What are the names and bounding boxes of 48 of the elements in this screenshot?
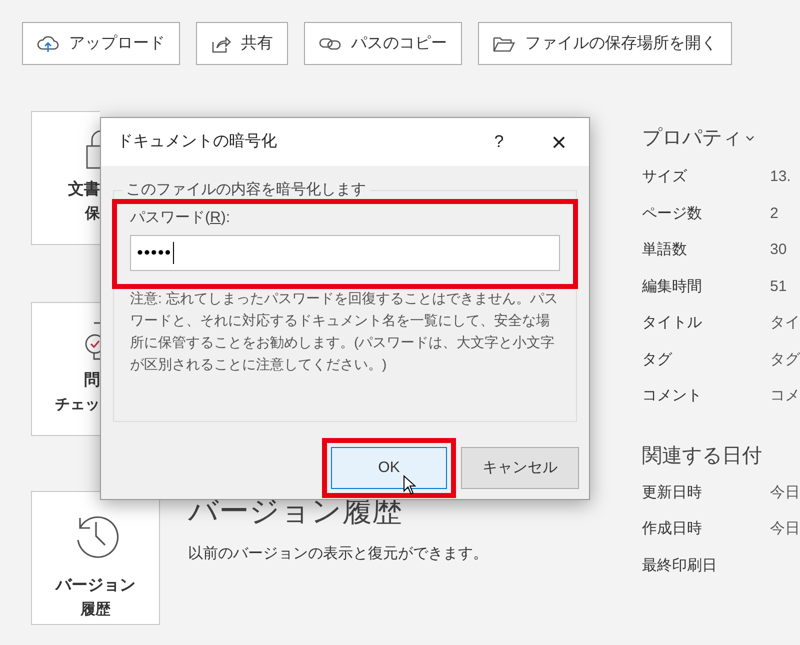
tile-label: 履歴 xyxy=(80,600,110,620)
toolbar-button[interactable]: 共有 xyxy=(196,22,288,65)
chevron-down-icon xyxy=(746,136,754,140)
property-label: ページ数 xyxy=(642,204,703,224)
properties-dropdown[interactable]: プロパティ xyxy=(642,123,800,153)
mouse-cursor-icon xyxy=(403,475,417,495)
tile-button[interactable]: バージョン 履歴 xyxy=(31,491,160,625)
property-label: タイトル xyxy=(642,313,703,333)
property-label: タグ xyxy=(642,350,674,370)
property-value: 30 xyxy=(770,240,787,260)
dialog-title: ドキュメントの暗号化 xyxy=(117,132,278,152)
property-label: 単語数 xyxy=(642,240,688,260)
folder-icon xyxy=(493,34,515,52)
close-button[interactable]: × xyxy=(537,124,581,160)
cloud-upload-icon xyxy=(37,34,59,52)
property-value: コメ xyxy=(770,386,800,406)
help-button[interactable]: ? xyxy=(477,124,521,160)
tile-button[interactable]: 問 チェッ xyxy=(31,302,100,436)
tile-label: バージョン xyxy=(56,576,136,596)
warning-note: 注意: 忘れてしまったパスワードを回復することはできません。パスワードと、それに対応するドキュメント名を一覧にして、安全な場所に保管することをお勧めします。(パスワードは、大文字と小文字が区別されることに注意してください。) xyxy=(130,289,559,374)
property-value: タイ xyxy=(770,313,800,333)
property-value: 今日 xyxy=(770,519,800,539)
tile-button[interactable]: 文書 保 xyxy=(31,111,100,245)
property-value: 2 xyxy=(770,204,778,224)
password-label: パスワード(R): xyxy=(130,208,232,228)
tile-label: 保 xyxy=(85,204,100,224)
toolbar-button[interactable]: ファイルの保存場所を開く xyxy=(478,22,732,65)
tile-label: 文書 xyxy=(68,179,100,200)
property-label: 編集時間 xyxy=(642,276,703,296)
section-title: 関連する日付 xyxy=(642,444,763,468)
property-label: サイズ xyxy=(642,167,688,187)
property-value: 13. xyxy=(770,167,791,187)
dialog-button[interactable]: OK xyxy=(331,447,447,489)
section-description: 以前のバージョンの表示と復元ができます。 xyxy=(188,544,488,564)
property-label: コメント xyxy=(642,386,703,406)
property-value: 今日 xyxy=(770,482,800,502)
toolbar-button[interactable]: パスのコピー xyxy=(304,22,462,65)
property-value: 51 xyxy=(770,276,787,296)
dialog-button[interactable]: キャンセル xyxy=(461,447,579,489)
property-value: タグ xyxy=(770,350,800,370)
link-icon xyxy=(319,36,341,52)
tile-label: 問 xyxy=(84,370,100,391)
property-label: 作成日時 xyxy=(642,519,703,539)
toolbar-button[interactable]: アップロード xyxy=(22,22,180,65)
tile-label: チェッ xyxy=(55,395,100,415)
password-field[interactable]: ••••• xyxy=(130,235,560,271)
property-label: 最終印刷日 xyxy=(642,556,718,576)
property-label: 更新日時 xyxy=(642,482,703,502)
